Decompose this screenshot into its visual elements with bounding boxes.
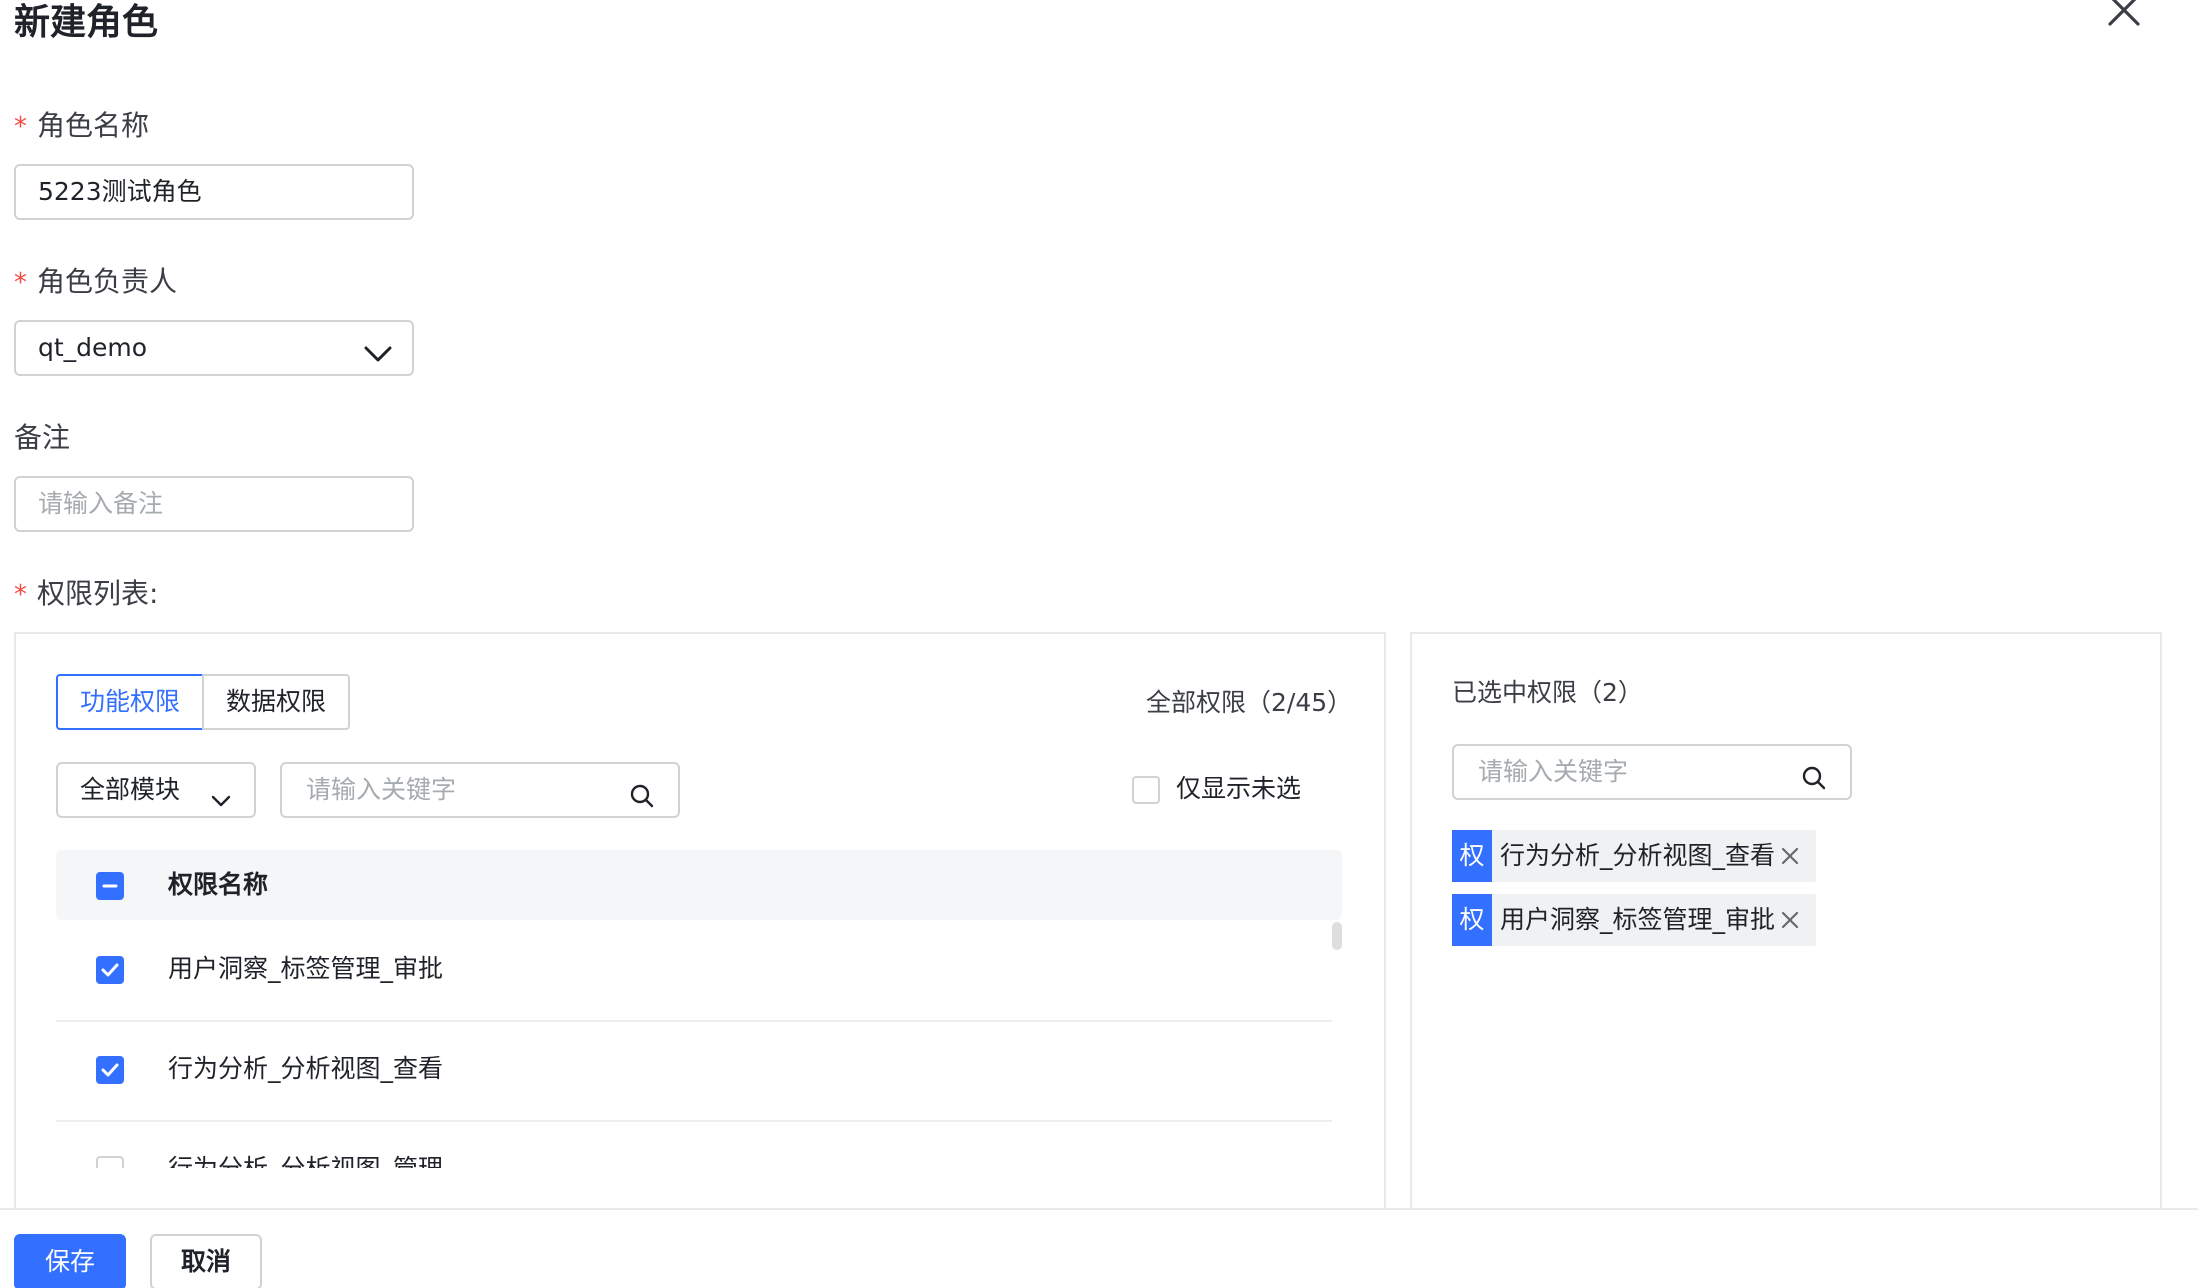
permission-badge: 权 — [1452, 830, 1492, 882]
tag-label: 行为分析_分析视图_查看 — [1500, 841, 1776, 870]
permission-badge: 权 — [1452, 894, 1492, 946]
chevron-down-icon — [210, 778, 232, 830]
permission-search-input[interactable]: 请输入关键字 — [280, 762, 680, 818]
selected-permission-tag: 权 行为分析_分析视图_查看 — [1452, 830, 1816, 882]
column-permission-name: 权限名称 — [168, 870, 269, 899]
selected-permission-tag: 权 用户洞察_标签管理_审批 — [1452, 894, 1816, 946]
tag-label: 用户洞察_标签管理_审批 — [1500, 905, 1776, 934]
search-icon — [1800, 758, 1828, 810]
row-checkbox[interactable] — [96, 1156, 124, 1168]
module-select[interactable]: 全部模块 — [56, 762, 256, 818]
only-unselected-checkbox[interactable] — [1132, 776, 1160, 804]
required-mark: * — [14, 112, 27, 142]
cancel-button[interactable]: 取消 — [150, 1234, 262, 1288]
table-row: 行为分析_分析视图_查看 — [168, 1054, 444, 1083]
selected-search-input[interactable]: 请输入关键字 — [1452, 744, 1852, 800]
module-select-value: 全部模块 — [80, 775, 181, 804]
remove-tag-icon[interactable] — [1778, 908, 1802, 932]
table-row-clipped: 行为分析_分析视图_管理 — [56, 1150, 1332, 1168]
chevron-down-icon — [362, 334, 394, 362]
required-mark: * — [14, 580, 27, 610]
role-owner-value: qt_demo — [38, 333, 148, 362]
role-owner-select[interactable]: qt_demo — [14, 320, 414, 376]
remark-label: 备注 — [14, 421, 71, 454]
remark-input[interactable]: 请输入备注 — [14, 476, 414, 532]
role-name-label: * 角色名称 — [14, 109, 150, 142]
row-divider — [56, 1120, 1332, 1122]
remove-tag-icon[interactable] — [1778, 844, 1802, 868]
role-owner-label: * 角色负责人 — [14, 265, 178, 298]
tab-function-permission[interactable]: 功能权限 — [56, 674, 204, 730]
total-permission-count: 全部权限（2/45） — [1146, 688, 1353, 717]
selected-permission-title: 已选中权限（2） — [1452, 678, 1643, 707]
role-name-input[interactable]: 5223测试角色 — [14, 164, 414, 220]
dialog-footer — [0, 1210, 2198, 1288]
search-icon — [628, 776, 656, 828]
row-checkbox[interactable] — [96, 956, 124, 984]
tab-data-permission[interactable]: 数据权限 — [202, 674, 350, 730]
permission-list-label: * 权限列表: — [14, 577, 159, 610]
required-mark: * — [14, 268, 27, 298]
only-unselected-label: 仅显示未选 — [1176, 774, 1302, 803]
table-row: 用户洞察_标签管理_审批 — [168, 954, 444, 983]
save-button[interactable]: 保存 — [14, 1234, 126, 1288]
row-divider — [56, 1020, 1332, 1022]
select-all-checkbox[interactable] — [96, 872, 124, 900]
dialog-title: 新建角色 — [14, 2, 159, 43]
row-checkbox[interactable] — [96, 1056, 124, 1084]
table-row: 行为分析_分析视图_管理 — [168, 1152, 443, 1168]
scrollbar-thumb[interactable] — [1332, 922, 1342, 950]
close-icon[interactable] — [2102, 0, 2146, 32]
permission-search-placeholder: 请输入关键字 — [306, 775, 457, 804]
selected-search-placeholder: 请输入关键字 — [1478, 757, 1629, 786]
